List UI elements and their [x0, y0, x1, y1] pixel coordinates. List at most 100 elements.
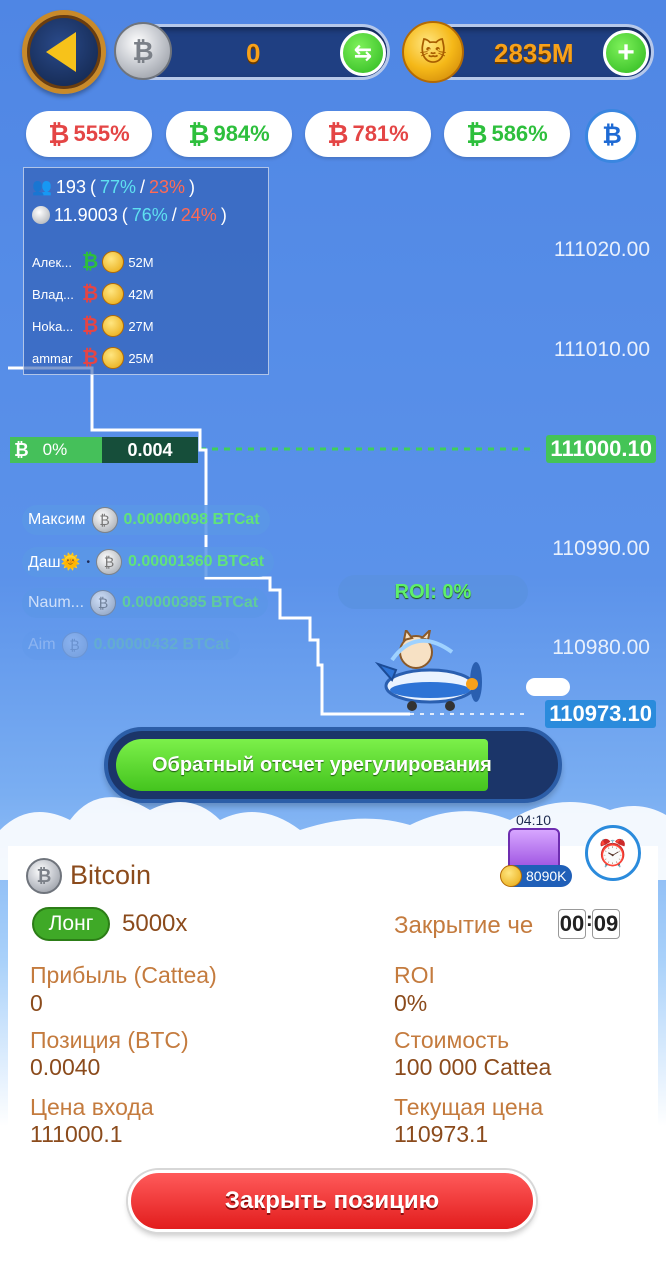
bitcoin-down-icon: ₿ — [82, 282, 99, 305]
alarm-clock-icon: ⏰ — [596, 837, 630, 868]
btc-balance-value: 0 — [246, 38, 261, 68]
plus-icon: + — [617, 36, 635, 69]
players-count: 193 — [55, 176, 86, 197]
volume-down: 24% — [180, 204, 217, 225]
alarm-button[interactable]: ⏰ — [585, 825, 641, 881]
percent-value: 984% — [213, 121, 270, 146]
leader-name: Алек... — [32, 254, 73, 270]
asset-name: Bitcoin — [70, 860, 152, 890]
y-tick-label: 110990.00 — [552, 537, 650, 560]
leader-name: ammar — [32, 350, 73, 366]
bitcoin-down-icon: ₿ — [82, 346, 99, 369]
cat-coin-icon: 🐱 — [402, 21, 464, 83]
leader-row: ammar ₿ 25M — [24, 342, 268, 374]
percent-pill-4[interactable]: ₿ 586% — [444, 111, 570, 157]
cost-label: Стоимость — [394, 1027, 510, 1053]
volume-value: 11.9003 — [54, 204, 118, 225]
gold-coin-icon — [102, 283, 125, 305]
close-position-button[interactable]: Закрыть позицию — [128, 1170, 536, 1232]
players-row: 👥 193 (77%/23%) — [32, 176, 196, 197]
trade-name: Даш🌞 — [28, 554, 81, 571]
coin-balance-value: 2835M — [494, 38, 574, 68]
back-arrow-icon — [46, 32, 76, 72]
history-button[interactable]: ₿ — [585, 109, 639, 163]
bitcoin-down-icon: ₿ — [48, 118, 70, 149]
position-value: 0.0040 — [30, 1054, 101, 1080]
trade-item: Aim ₿ 0.00000432 BTCat — [22, 630, 240, 660]
gold-coin-icon — [102, 251, 125, 273]
percent-pill-1[interactable]: ₿ 555% — [26, 111, 152, 157]
btc-coin-icon: ₿ — [91, 507, 118, 533]
close-timer: 00 : 09 — [558, 909, 620, 939]
entry-price-title: Цена входа — [30, 1094, 154, 1120]
trade-amount: 0.00000098 BTCat — [123, 511, 260, 528]
cost-value: 100 000 Cattea — [394, 1054, 552, 1080]
leader-row: Алек... ₿ 52M — [24, 246, 268, 278]
roi-value: 0% — [394, 990, 428, 1016]
back-button[interactable] — [22, 10, 106, 94]
btc-coin-icon: ₿ — [114, 22, 172, 80]
exchange-button[interactable]: ⇆ — [340, 30, 386, 76]
btc-coin-icon: ₿ — [96, 549, 123, 575]
btc-coin-icon — [32, 206, 50, 224]
players-down: 23% — [149, 176, 186, 197]
chest-timer: 04:10 — [516, 812, 552, 828]
leverage: 5000x — [122, 910, 188, 937]
price-trace — [8, 366, 410, 716]
bitcoin-up-icon: ₿ — [14, 439, 29, 460]
trade-item: Максим ₿ 0.00000098 BTCat — [22, 505, 270, 535]
position-label: Позиция (BTC) — [30, 1027, 189, 1053]
timer-minutes: 00 — [558, 909, 586, 939]
percent-value: 586% — [491, 121, 548, 146]
current-price-label: 110973.10 — [545, 700, 656, 728]
leader-amount: 42M — [128, 286, 154, 302]
trade-amount: 0.00000385 BTCat — [122, 594, 259, 611]
side-badge: Лонг — [32, 907, 110, 941]
bitcoin-down-icon: ₿ — [82, 314, 99, 337]
gold-coin-icon — [102, 315, 125, 337]
trade-amount: 0.00000432 BTCat — [93, 636, 230, 653]
stats-panel: 👥 193 (77%/23%) 11.9003 (76%/24%) Алек..… — [23, 167, 269, 375]
btc-coin-icon: ₿ — [90, 590, 117, 616]
current-price-title: Текущая цена — [394, 1094, 544, 1120]
entry-price-label: 111000.10 — [546, 435, 656, 463]
current-price-value: 110973.1 — [394, 1121, 489, 1147]
trade-item: Даш🌞 • ₿ 0.00001360 BTCat — [22, 547, 275, 577]
profit-value: 0 — [30, 990, 43, 1016]
entry-price-value: 111000.1 — [30, 1121, 123, 1147]
bitcoin-down-icon: ₿ — [327, 118, 349, 149]
profit-label: Прибыль (Cattea) — [30, 962, 217, 988]
roi-pill: ROI: 0% — [338, 575, 528, 609]
percent-value: 555% — [73, 121, 130, 146]
players-icon: 👥 — [32, 179, 52, 196]
add-coins-button[interactable]: + — [603, 30, 649, 76]
volume-up: 76% — [131, 204, 168, 225]
percent-pill-2[interactable]: ₿ 984% — [166, 111, 292, 157]
bitcoin-up-icon: ₿ — [466, 118, 488, 149]
roi-label: ROI — [394, 962, 435, 988]
chest-value-text: 8090K — [526, 868, 567, 884]
cloud-decoration — [526, 678, 570, 696]
leader-amount: 52M — [128, 254, 154, 270]
leader-amount: 27M — [128, 318, 154, 334]
trade-item: Naum... ₿ 0.00000385 BTCat — [22, 588, 269, 618]
gold-coin-icon — [500, 865, 522, 887]
entry-change: 0% — [42, 440, 68, 459]
bitcoin-icon: ₿ — [26, 858, 62, 894]
entry-bar: ₿ 0% 0.004 — [10, 437, 198, 463]
leader-row: Hoka... ₿ 27M — [24, 310, 268, 342]
percent-pill-3[interactable]: ₿ 781% — [305, 111, 431, 157]
trade-name: Максим — [28, 511, 86, 528]
chest-value: 8090K — [500, 865, 573, 887]
leader-row: Влад... ₿ 42M — [24, 278, 268, 310]
gold-coin-icon — [102, 347, 125, 369]
cat-airplane-icon — [374, 630, 482, 711]
trade-name: Naum... — [28, 594, 85, 611]
swap-icon: ⇆ — [353, 40, 373, 65]
y-tick-label: 110980.00 — [552, 636, 650, 659]
trade-amount: 0.00001360 BTCat — [128, 553, 265, 570]
y-tick-label: 111010.00 — [553, 338, 650, 361]
leader-amount: 25M — [128, 350, 154, 366]
btc-coin-icon: ₿ — [61, 632, 88, 658]
bitcoin-up-icon: ₿ — [82, 250, 99, 273]
